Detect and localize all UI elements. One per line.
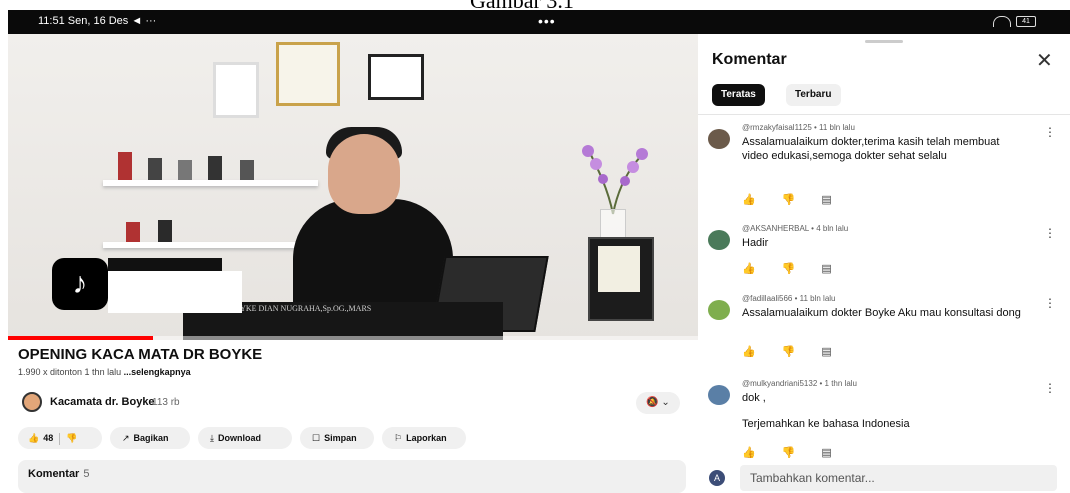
shelf-product — [178, 160, 192, 180]
comment-actions: 👍 👎 ▤ — [742, 446, 858, 459]
dislike-icon[interactable]: 👎 — [782, 263, 796, 275]
shelf-product — [118, 152, 132, 180]
shelf-product — [208, 156, 222, 180]
more-vert-icon[interactable]: ⋮ — [1044, 125, 1056, 139]
more-vert-icon[interactable]: ⋮ — [1044, 296, 1056, 310]
channel-avatar[interactable] — [22, 392, 42, 412]
comments-teaser[interactable]: Komentar 5 — [18, 460, 686, 493]
download-button[interactable]: ⤓ Download — [198, 427, 292, 449]
video-player[interactable]: dr.H.BOYKE DIAN NUGRAHA,Sp.OG.,MARS ♪ — [8, 34, 698, 340]
reply-icon[interactable]: ▤ — [821, 263, 831, 275]
video-meta: 1.990 x ditonton 1 thn lalu ...selengkap… — [18, 367, 191, 377]
tiktok-overlay-stripe — [108, 258, 222, 271]
bookmark-icon: ☐ — [312, 433, 321, 443]
report-button[interactable]: ⚐ Laporkan — [382, 427, 466, 449]
comments-teaser-label: Komentar 5 — [28, 468, 90, 480]
like-icon[interactable]: 👍 — [742, 194, 756, 206]
wall-frame — [368, 54, 424, 100]
panel-title: Komentar — [712, 51, 787, 68]
more-vert-icon[interactable]: ⋮ — [1044, 226, 1056, 240]
like-count: 48 — [43, 433, 54, 443]
figure-caption: Gambar 3.1 — [0, 0, 1070, 10]
channel-name[interactable]: Kacamata dr. Boyke — [50, 396, 155, 408]
dislike-icon[interactable]: 👎 — [782, 447, 796, 459]
chip-newest-comments[interactable]: Terbaru — [786, 84, 841, 106]
like-icon[interactable]: 👍 — [28, 433, 39, 443]
comment-count: 5 — [83, 468, 90, 480]
subscriber-count: 113 rb — [152, 397, 180, 408]
dislike-icon[interactable]: 👎 — [782, 346, 796, 358]
shelf — [103, 180, 318, 186]
shelf-product — [158, 220, 172, 242]
shelf-product — [240, 160, 254, 180]
share-button[interactable]: ↗ Bagikan — [110, 427, 190, 449]
drag-handle[interactable] — [865, 40, 903, 43]
like-icon[interactable]: 👍 — [742, 346, 756, 358]
shelf — [103, 242, 318, 248]
video-progress-bar[interactable] — [8, 336, 698, 340]
status-time: 11:51 Sen, 16 Des ◄ ··· — [38, 15, 157, 27]
comment-author-meta[interactable]: @fadillaali566 • 11 bln lalu — [742, 294, 836, 303]
chip-top-comments[interactable]: Teratas — [712, 84, 765, 106]
comment-text: Hadir — [742, 237, 769, 249]
like-dislike-button[interactable]: 👍 48 👎 — [18, 427, 102, 449]
comment-avatar[interactable] — [708, 230, 730, 250]
reply-icon[interactable]: ▤ — [821, 346, 831, 358]
like-icon[interactable]: 👍 — [742, 263, 756, 275]
comment-author-meta[interactable]: @mulkyandriani5132 • 1 thn lalu — [742, 379, 857, 388]
presenter-head — [328, 134, 400, 214]
comment-text: dok , — [742, 392, 766, 404]
tiktok-logo-icon: ♪ — [52, 258, 108, 310]
close-icon[interactable]: ✕ — [1036, 48, 1053, 73]
save-button[interactable]: ☐ Simpan — [300, 427, 374, 449]
comment-item: @fadillaali566 • 11 bln lalu Assalamuala… — [698, 294, 1070, 369]
share-icon: ↗ — [122, 433, 130, 443]
tiktok-overlay-box — [108, 271, 242, 313]
dislike-icon[interactable]: 👎 — [782, 194, 796, 206]
wall-certificate — [276, 42, 340, 106]
status-bar: 11:51 Sen, 16 Des ◄ ··· ••• 41 — [8, 10, 1070, 34]
more-vert-icon[interactable]: ⋮ — [1044, 381, 1056, 395]
comment-author-meta[interactable]: @AKSANHERBAL • 4 bln lalu — [742, 224, 848, 233]
shelf-product — [126, 222, 140, 242]
comment-actions: 👍 👎 ▤ — [742, 345, 858, 358]
comment-actions: 👍 👎 ▤ — [742, 262, 858, 275]
status-center-dots: ••• — [538, 13, 556, 29]
video-title: OPENING KACA MATA DR BOYKE — [18, 346, 263, 363]
show-more-link[interactable]: ...selengkapnya — [124, 367, 191, 377]
comment-avatar[interactable] — [708, 129, 730, 149]
wifi-icon — [993, 16, 1011, 27]
add-comment-input[interactable]: Tambahkan komentar... — [740, 465, 1057, 491]
comment-avatar[interactable] — [708, 385, 730, 405]
comment-actions: 👍 👎 ▤ — [742, 193, 858, 206]
comments-panel: Komentar ✕ Teratas Terbaru @rmzakyfaisal… — [698, 34, 1070, 493]
video-progress-fill — [8, 336, 153, 340]
orchid-flowers — [568, 129, 658, 219]
reply-icon[interactable]: ▤ — [821, 447, 831, 459]
shelf-product — [148, 158, 162, 180]
divider — [698, 114, 1070, 115]
comment-avatar[interactable] — [708, 300, 730, 320]
user-avatar[interactable]: A — [709, 470, 725, 486]
add-comment-bar: A Tambahkan komentar... — [698, 461, 1070, 493]
reply-icon[interactable]: ▤ — [821, 194, 831, 206]
certificate-paper — [598, 246, 640, 292]
download-icon: ⤓ — [210, 433, 214, 443]
battery-icon: 41 — [1016, 16, 1036, 27]
translate-link[interactable]: Terjemahkan ke bahasa Indonesia — [742, 417, 1022, 431]
comment-text: Assalamualaikum dokter,terima kasih tela… — [742, 136, 1000, 162]
comment-text: Assalamualaikum dokter Boyke Aku mau kon… — [742, 307, 1021, 319]
wall-photo — [213, 62, 259, 118]
comment-item: @rmzakyfaisal1125 • 11 bln lalu Assalamu… — [698, 123, 1070, 213]
comment-item: @mulkyandriani5132 • 1 thn lalu dok , ⋮ … — [698, 379, 1070, 459]
dislike-icon[interactable]: 👎 — [66, 433, 77, 443]
flag-icon: ⚐ — [394, 433, 403, 443]
comment-author-meta[interactable]: @rmzakyfaisal1125 • 11 bln lalu — [742, 123, 855, 132]
notification-bell-button[interactable]: 🔕 ⌄ — [636, 392, 680, 414]
like-icon[interactable]: 👍 — [742, 447, 756, 459]
comment-item: @AKSANHERBAL • 4 bln lalu Hadir ⋮ 👍 👎 ▤ — [698, 224, 1070, 284]
